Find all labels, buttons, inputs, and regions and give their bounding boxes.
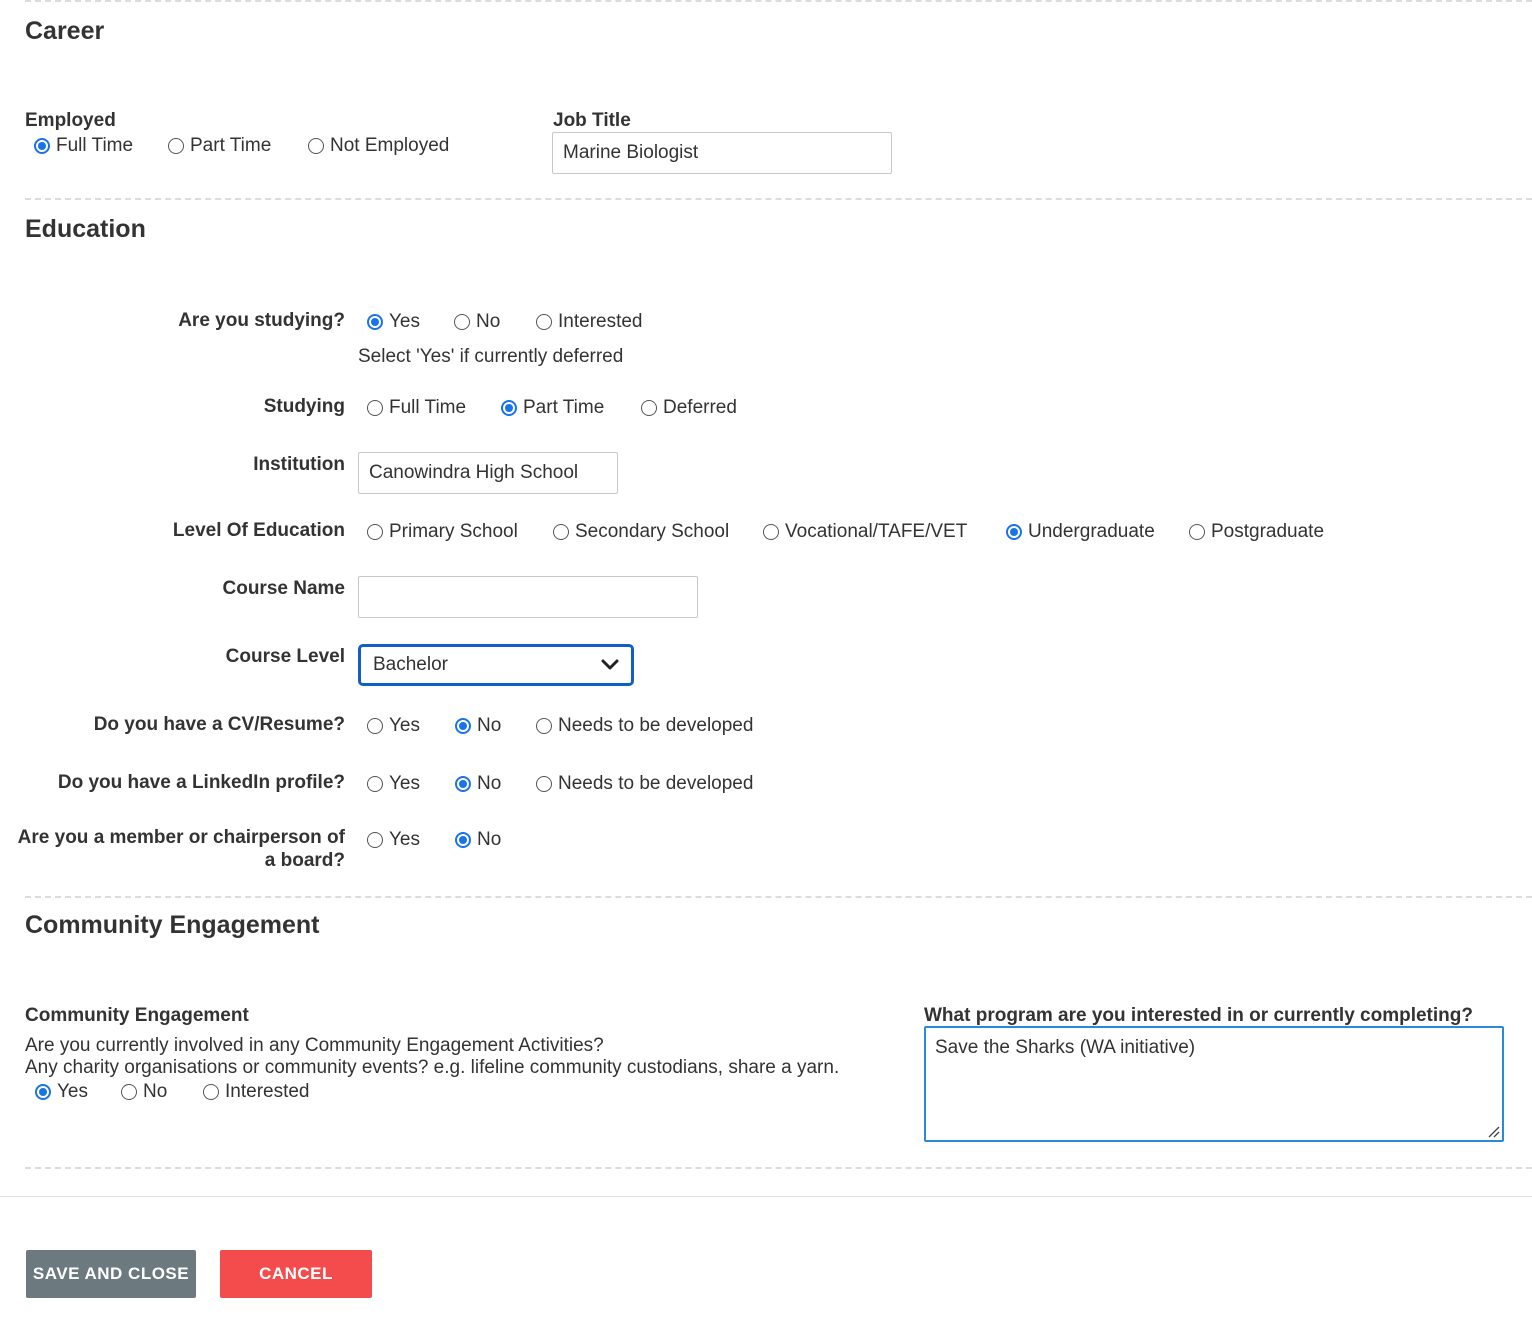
institution-input[interactable]: Canowindra High School	[358, 452, 618, 494]
radio-checked-icon	[1006, 524, 1022, 540]
radio-unchecked-icon	[367, 524, 383, 540]
level-undergraduate-radio[interactable]: Undergraduate	[1006, 521, 1155, 543]
radio-checked-icon	[455, 832, 471, 848]
community-no-radio[interactable]: No	[121, 1081, 167, 1103]
education-section-title: Education	[25, 215, 146, 243]
radio-unchecked-icon	[553, 524, 569, 540]
program-label: What program are you interested in or cu…	[924, 1005, 1473, 1026]
radio-checked-icon	[455, 776, 471, 792]
course-name-input[interactable]	[358, 576, 698, 618]
studying-full-time-radio[interactable]: Full Time	[367, 397, 466, 419]
level-secondary-school-radio[interactable]: Secondary School	[553, 521, 729, 543]
community-engagement-description-2: Any charity organisations or community e…	[25, 1057, 840, 1078]
community-yes-radio[interactable]: Yes	[35, 1081, 88, 1103]
career-section-title: Career	[25, 17, 105, 45]
course-level-select[interactable]: Bachelor	[358, 644, 634, 686]
institution-label: Institution	[253, 454, 345, 475]
radio-unchecked-icon	[536, 314, 552, 330]
job-title-input[interactable]: Marine Biologist	[552, 132, 892, 174]
studying-deferred-radio[interactable]: Deferred	[641, 397, 737, 419]
community-engagement-label: Community Engagement	[25, 1005, 249, 1026]
course-name-label: Course Name	[222, 578, 346, 599]
studying-no-radio[interactable]: No	[454, 311, 500, 333]
radio-checked-icon	[34, 138, 50, 154]
radio-checked-icon	[35, 1084, 51, 1100]
section-divider	[25, 1167, 1532, 1169]
linkedin-needs-development-radio[interactable]: Needs to be developed	[536, 773, 753, 795]
footer-divider	[0, 1196, 1532, 1197]
radio-checked-icon	[501, 400, 517, 416]
radio-checked-icon	[455, 718, 471, 734]
radio-unchecked-icon	[763, 524, 779, 540]
radio-unchecked-icon	[203, 1084, 219, 1100]
employed-label: Employed	[25, 110, 116, 131]
board-no-radio[interactable]: No	[455, 829, 501, 851]
employed-not-employed-radio[interactable]: Not Employed	[308, 135, 449, 157]
job-title-label: Job Title	[553, 110, 631, 131]
course-level-value: Bachelor	[373, 654, 448, 675]
cv-label: Do you have a CV/Resume?	[93, 714, 345, 735]
cv-no-radio[interactable]: No	[455, 715, 501, 737]
studying-question-label: Are you studying?	[178, 310, 345, 331]
radio-unchecked-icon	[367, 776, 383, 792]
linkedin-no-radio[interactable]: No	[455, 773, 501, 795]
radio-checked-icon	[367, 314, 383, 330]
radio-unchecked-icon	[641, 400, 657, 416]
linkedin-yes-radio[interactable]: Yes	[367, 773, 420, 795]
radio-unchecked-icon	[308, 138, 324, 154]
resize-handle-icon[interactable]	[1486, 1124, 1500, 1138]
program-textarea[interactable]: Save the Sharks (WA initiative)	[924, 1026, 1504, 1142]
employed-part-time-radio[interactable]: Part Time	[168, 135, 271, 157]
employed-full-time-radio[interactable]: Full Time	[34, 135, 133, 157]
section-divider	[25, 896, 1532, 898]
radio-unchecked-icon	[121, 1084, 137, 1100]
community-interested-radio[interactable]: Interested	[203, 1081, 310, 1103]
community-section-title: Community Engagement	[25, 911, 320, 939]
program-textarea-value: Save the Sharks (WA initiative)	[935, 1037, 1196, 1058]
radio-unchecked-icon	[367, 832, 383, 848]
radio-unchecked-icon	[367, 718, 383, 734]
cv-needs-development-radio[interactable]: Needs to be developed	[536, 715, 753, 737]
radio-unchecked-icon	[367, 400, 383, 416]
radio-unchecked-icon	[536, 718, 552, 734]
cv-yes-radio[interactable]: Yes	[367, 715, 420, 737]
chevron-down-icon	[601, 659, 619, 671]
level-postgraduate-radio[interactable]: Postgraduate	[1189, 521, 1324, 543]
radio-unchecked-icon	[536, 776, 552, 792]
board-yes-radio[interactable]: Yes	[367, 829, 420, 851]
level-of-education-label: Level Of Education	[172, 520, 345, 541]
radio-unchecked-icon	[454, 314, 470, 330]
community-engagement-description-1: Are you currently involved in any Commun…	[25, 1035, 604, 1056]
radio-unchecked-icon	[1189, 524, 1205, 540]
section-divider	[25, 0, 1532, 2]
studying-mode-label: Studying	[263, 396, 345, 417]
studying-part-time-radio[interactable]: Part Time	[501, 397, 604, 419]
level-primary-school-radio[interactable]: Primary School	[367, 521, 518, 543]
studying-hint: Select 'Yes' if currently deferred	[358, 346, 624, 367]
studying-yes-radio[interactable]: Yes	[367, 311, 420, 333]
course-level-label: Course Level	[225, 646, 345, 667]
cancel-button[interactable]: CANCEL	[220, 1250, 372, 1298]
save-and-close-button[interactable]: SAVE AND CLOSE	[26, 1250, 196, 1298]
section-divider	[25, 198, 1532, 200]
studying-interested-radio[interactable]: Interested	[536, 311, 643, 333]
board-label: Are you a member or chairperson of a boa…	[17, 827, 345, 871]
radio-unchecked-icon	[168, 138, 184, 154]
linkedin-label: Do you have a LinkedIn profile?	[57, 772, 345, 793]
level-vocational-radio[interactable]: Vocational/TAFE/VET	[763, 521, 967, 543]
